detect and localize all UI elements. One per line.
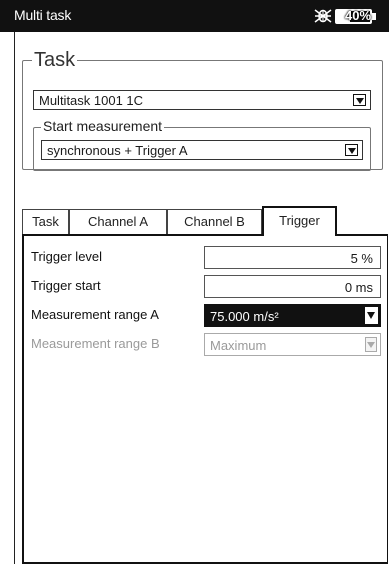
- start-measurement-select[interactable]: synchronous + Trigger A: [41, 140, 363, 160]
- trigger-level-value: 5 %: [350, 251, 373, 266]
- trigger-level-field[interactable]: 5 %: [204, 246, 381, 269]
- task-select-value: Multitask 1001 1C: [39, 93, 144, 108]
- task-group-legend: Task: [32, 49, 78, 72]
- bug-icon: [314, 9, 332, 23]
- measurement-range-b-select: Maximum: [204, 333, 381, 356]
- tab-channel-a[interactable]: Channel A: [69, 209, 167, 235]
- battery-indicator: 40%: [335, 8, 381, 24]
- measurement-range-b-value: Maximum: [210, 338, 267, 353]
- battery-percent: 40%: [344, 8, 372, 23]
- start-measurement-value: synchronous + Trigger A: [47, 143, 188, 158]
- trigger-start-value: 0 ms: [344, 280, 373, 295]
- tab-trigger[interactable]: Trigger: [262, 206, 337, 236]
- start-measurement-legend: Start measurement: [41, 118, 165, 134]
- tab-task[interactable]: Task: [22, 209, 69, 235]
- measurement-range-a-select[interactable]: 75.000 m/s²: [204, 304, 381, 327]
- trigger-start-field[interactable]: 0 ms: [204, 275, 381, 298]
- measurement-range-a-label: Measurement range A: [31, 307, 159, 322]
- chevron-down-icon[interactable]: [365, 307, 378, 324]
- task-select[interactable]: Multitask 1001 1C: [33, 90, 371, 110]
- measurement-range-a-value: 75.000 m/s²: [210, 309, 279, 324]
- chevron-down-icon[interactable]: [353, 94, 366, 106]
- left-border: [14, 32, 15, 564]
- tab-channel-b[interactable]: Channel B: [167, 209, 262, 235]
- chevron-down-icon: [365, 337, 377, 352]
- chevron-down-icon[interactable]: [345, 144, 358, 156]
- measurement-range-b-label: Measurement range B: [31, 336, 160, 351]
- trigger-start-label: Trigger start: [31, 278, 101, 293]
- title-bar: Multi task 40%: [0, 0, 389, 32]
- window-title: Multi task: [14, 7, 72, 23]
- trigger-level-label: Trigger level: [31, 249, 103, 264]
